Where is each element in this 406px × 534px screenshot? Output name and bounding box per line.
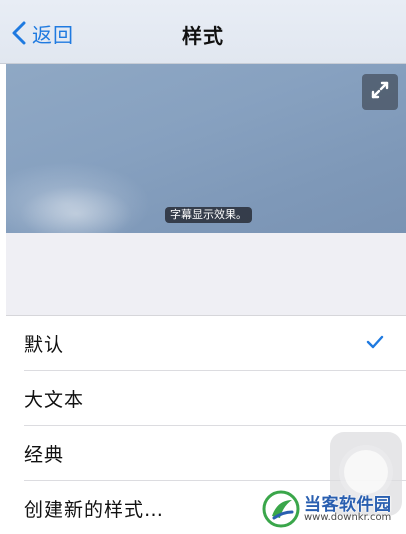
section-gap (6, 233, 406, 316)
list-item-label: 大文本 (24, 389, 85, 411)
list-item-large-text[interactable]: 大文本 (0, 371, 406, 426)
subtitle-style-screen: 返回 样式 字幕显示效果。 默认 大文本 经典 创建新的样式… 当客软件园 ww… (0, 0, 406, 534)
list-item-label: 创建新的样式… (24, 499, 165, 521)
watermark: 当客软件园 www.downkr.com (262, 488, 406, 532)
subtitle-preview: 字幕显示效果。 (6, 64, 406, 233)
list-item-default[interactable]: 默认 (0, 316, 406, 371)
list-item-label: 默认 (24, 334, 65, 356)
list-item-label: 经典 (24, 444, 65, 466)
checkmark-icon (366, 334, 384, 353)
subtitle-sample: 字幕显示效果。 (165, 207, 252, 223)
expand-arrows-icon (370, 80, 390, 104)
site-logo-icon (262, 490, 300, 532)
expand-button[interactable] (362, 74, 398, 110)
page-title: 样式 (182, 24, 224, 48)
navigation-bar: 返回 样式 (0, 0, 406, 64)
watermark-url: www.downkr.com (304, 512, 392, 523)
